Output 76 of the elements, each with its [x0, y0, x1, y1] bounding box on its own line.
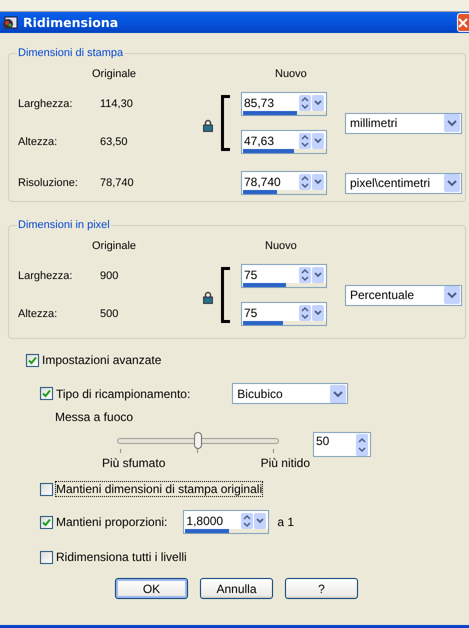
- dropdown[interactable]: pixel\centimetri: [345, 172, 462, 194]
- checkbox[interactable]: [40, 387, 53, 400]
- caret-icon[interactable]: [312, 174, 324, 190]
- dropdown[interactable]: Percentuale: [345, 284, 462, 306]
- original-value: 500: [100, 308, 120, 320]
- original-value: 78,740: [100, 177, 135, 189]
- dropdown[interactable]: Bicubico: [232, 383, 348, 404]
- row-label: Larghezza:: [18, 98, 74, 110]
- spin-arrows-icon[interactable]: [356, 434, 368, 456]
- padlock-icon[interactable]: [203, 118, 213, 132]
- link-bracket: [221, 267, 230, 323]
- original-value: 63,50: [100, 136, 129, 148]
- original-value: 900: [100, 270, 120, 282]
- column-header: Originale: [92, 68, 138, 80]
- checkbox-label[interactable]: Tipo di ricampionamento:: [56, 386, 190, 400]
- column-header: Nuovo: [264, 240, 298, 252]
- number-field[interactable]: 75: [241, 264, 327, 288]
- dialog-button[interactable]: OK: [115, 578, 188, 599]
- window-title: Ridimensiona: [23, 15, 120, 30]
- ratio-suffix: a 1: [277, 515, 294, 529]
- caret-icon[interactable]: [312, 304, 324, 320]
- caret-icon: [444, 286, 460, 304]
- spin-arrows-icon[interactable]: [299, 94, 311, 110]
- checkbox[interactable]: [40, 516, 53, 528]
- field-value: 75: [244, 268, 258, 282]
- row-label: Larghezza:: [18, 270, 74, 282]
- spin-arrows-icon[interactable]: [299, 304, 311, 320]
- close-button[interactable]: [457, 13, 469, 32]
- slider-thumb[interactable]: [194, 432, 202, 449]
- checkbox[interactable]: [26, 354, 39, 366]
- field-value: 1,8000: [186, 514, 224, 528]
- checkbox-label[interactable]: Ridimensiona tutti i livelli: [56, 550, 187, 564]
- column-header: Nuovo: [274, 68, 308, 80]
- number-field[interactable]: 50: [313, 432, 371, 457]
- dropdown[interactable]: millimetri: [345, 112, 462, 134]
- slider-min-label: Più sfumato: [102, 456, 166, 470]
- caret-icon: [444, 174, 460, 192]
- spin-arrows-icon[interactable]: [299, 132, 311, 148]
- number-field[interactable]: 47,63: [241, 130, 327, 154]
- caret-icon: [444, 114, 460, 132]
- row-label: Altezza:: [18, 308, 58, 320]
- group-title: Dimensioni di stampa: [17, 47, 124, 59]
- caret-icon[interactable]: [312, 132, 324, 148]
- link-bracket: [221, 95, 230, 151]
- caret-icon[interactable]: [312, 266, 324, 282]
- app-icon: [2, 16, 18, 30]
- spin-arrows-icon[interactable]: [299, 266, 311, 282]
- spin-arrows-icon[interactable]: [299, 174, 311, 190]
- field-value: 50: [316, 434, 330, 450]
- original-value: 114,30: [100, 98, 134, 110]
- row-label: Risoluzione:: [18, 177, 79, 189]
- dialog-button[interactable]: ?: [285, 578, 358, 599]
- field-value: 78,740: [244, 174, 282, 188]
- slider-label: Messa a fuoco: [55, 410, 134, 424]
- dialog-button[interactable]: Annulla: [200, 578, 273, 599]
- field-value: 47,63: [244, 134, 276, 148]
- checkbox-label[interactable]: Mantieni proporzioni:: [56, 515, 168, 529]
- padlock-icon[interactable]: [203, 290, 213, 304]
- number-field[interactable]: 78,740: [241, 171, 327, 195]
- checkbox-label[interactable]: Mantieni dimensioni di stampa originali: [56, 482, 262, 496]
- caret-icon[interactable]: [312, 94, 324, 110]
- checkbox[interactable]: [40, 550, 53, 564]
- number-field[interactable]: 75: [241, 302, 327, 326]
- number-field[interactable]: 1,8000: [183, 510, 270, 534]
- row-label: Altezza:: [18, 136, 58, 148]
- field-value: 85,73: [244, 96, 276, 110]
- number-field[interactable]: 85,73: [241, 92, 327, 116]
- caret-icon: [330, 384, 346, 402]
- field-value: 75: [244, 306, 258, 320]
- spin-arrows-icon[interactable]: [241, 512, 254, 528]
- slider-max-label: Più nitido: [260, 456, 310, 470]
- column-header: Originale: [92, 240, 138, 252]
- checkbox-label[interactable]: Impostazioni avanzate: [42, 353, 162, 367]
- caret-icon[interactable]: [254, 512, 266, 528]
- group-title: Dimensioni in pixel: [17, 219, 111, 231]
- checkbox[interactable]: [40, 482, 53, 496]
